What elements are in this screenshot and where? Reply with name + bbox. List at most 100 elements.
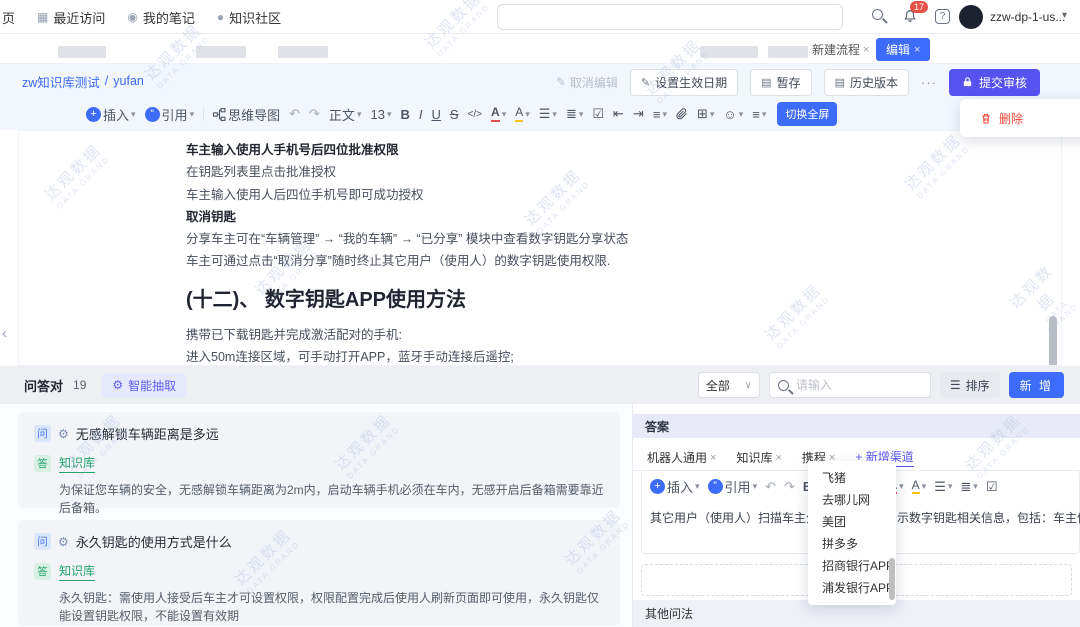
qa-header-controls: 全部∨ ☰排序 新 增 [698,372,1064,398]
highlight-dropdown[interactable]: A▾ [912,479,927,494]
channel-tab-robot-general[interactable]: 机器人通用× [647,449,716,466]
bullet-list-dropdown[interactable]: ☰▾ [539,106,557,122]
save-draft-button[interactable]: ▤暂存 [750,69,811,96]
task-checkbox-button[interactable]: ☑ [592,106,604,122]
history-version-button[interactable]: ▤历史版本 [824,69,909,96]
qa-card[interactable]: 问 ⚙ 永久钥匙的使用方式是什么 答 知识库 永久钥匙：需使用人接受后车主才可设… [18,520,620,626]
link-button[interactable] [676,108,688,120]
document-scrollbar-thumb[interactable] [1049,316,1057,366]
quote-dropdown[interactable]: ”引用▾ [145,105,195,124]
tab-new-process[interactable]: 新建流程 × [812,41,869,58]
outdent-button[interactable]: ⇤ [613,106,624,122]
insert-dropdown[interactable]: +插入▾ [86,105,136,124]
search-icon[interactable] [872,9,883,20]
bullet-list-dropdown[interactable]: ☰▾ [934,479,952,495]
numbered-list-dropdown[interactable]: ≣▾ [566,106,583,122]
channel-option-qunar[interactable]: 去哪儿网 [808,489,896,511]
delete-label: 删除 [999,110,1023,127]
close-icon[interactable]: × [863,44,869,56]
sort-button[interactable]: ☰排序 [940,372,1000,398]
font-color-dropdown[interactable]: A▾ [491,106,506,121]
align-icon: ≡ [653,107,661,122]
nav-my-notes[interactable]: ◉我的笔记 [127,8,195,27]
set-effective-date-button[interactable]: ✎设置生效日期 [630,69,738,96]
smart-extract-icon: ⚙ [112,378,123,392]
underline-button[interactable]: U [431,107,440,122]
close-icon[interactable]: × [775,452,781,464]
close-icon[interactable]: × [710,452,716,464]
emoji-icon: ☺ [723,107,736,122]
tab-skeleton [58,46,106,58]
quote-dropdown[interactable]: ”引用▾ [708,477,758,496]
channel-option-spdb-app[interactable]: 浦发银行APP [808,577,896,599]
dropdown-scrollbar-thumb[interactable] [889,558,895,600]
nav-home[interactable]: 页 [2,8,15,27]
qa-section-header: 问答对 19 ⚙智能抽取 全部∨ ☰排序 新 增 [0,366,1080,404]
highlight-icon: A [912,479,920,494]
redo-button[interactable]: ↷ [309,106,320,122]
document-editor-canvas[interactable]: 车主输入使用人手机号后四位批准权限 在钥匙列表里点击批准授权 车主输入使用人后四… [18,130,1062,366]
nav-recent[interactable]: ▦最近访问 [37,8,105,27]
channel-tab-knowledge-base[interactable]: 知识库× [736,449,781,466]
indent-button[interactable]: ⇥ [633,106,644,122]
quote-icon: ” [708,479,723,494]
cancel-edit-button[interactable]: ✎取消编辑 [556,74,618,91]
tab-new-process-label: 新建流程 [812,41,860,58]
channel-option-meituan[interactable]: 美团 [808,511,896,533]
filter-select[interactable]: 全部∨ [698,372,760,398]
font-size-select[interactable]: 13▾ [370,107,391,122]
answer-text: 为保证您车辆的安全，无感解锁车辆距离为2m内，启动车辆手机必须在车内，无感开启后… [59,481,604,517]
add-qa-button[interactable]: 新 增 [1009,372,1064,398]
paperclip-icon [676,108,688,120]
bold-button[interactable]: B [400,107,409,122]
highlight-dropdown[interactable]: A▾ [515,106,530,121]
lock-icon [962,76,973,88]
task-checkbox-button[interactable]: ☑ [986,479,998,495]
delete-menu-item[interactable]: 删除 [980,110,1023,127]
channel-option-pinduoduo[interactable]: 拼多多 [808,533,896,555]
strikethrough-button[interactable]: S [450,107,459,122]
username[interactable]: zzw-dp-1-us... [990,10,1065,24]
line-spacing-dropdown[interactable]: ≡▾ [752,107,766,122]
knowledge-base-tab[interactable]: 知识库 [59,562,95,581]
question-text: 永久钥匙的使用方式是什么 [76,532,232,551]
collapse-panel-icon[interactable]: ‹ [2,325,7,342]
answer-text-fragment: 示数字钥匙相关信息，包括：车主信息、车 [897,509,1080,526]
caret-down-icon: ▾ [695,481,700,492]
code-button[interactable]: </> [468,109,482,120]
submit-review-button[interactable]: 提交审核 [949,69,1040,96]
document-actions: ✎取消编辑 ✎设置生效日期 ▤暂存 ▤历史版本 ··· 提交审核 [556,68,1040,96]
global-search-input[interactable] [497,4,843,30]
channel-option-cmb-app[interactable]: 招商银行APP [808,555,896,577]
doc-paragraph: 携带已下载钥匙并完成激活配对的手机: [186,324,1021,346]
editor-header-band: zw知识库测试 / yufan ✎取消编辑 ✎设置生效日期 ▤暂存 ▤历史版本 … [0,64,1080,130]
avatar[interactable] [959,5,983,29]
qa-search-input[interactable] [796,374,924,396]
emoji-dropdown[interactable]: ☺▾ [723,107,743,122]
undo-button[interactable]: ↶ [289,106,300,122]
nav-knowledge-community[interactable]: ●知识社区 [217,8,281,27]
mindmap-button[interactable]: 思维导图 [213,105,280,124]
knowledge-base-tab[interactable]: 知识库 [59,454,95,473]
channel-option-feizhu[interactable]: 飞猪 [808,467,896,489]
breadcrumb-library[interactable]: zw知识库测试 [22,72,100,91]
toggle-fullscreen-button[interactable]: 切换全屏 [777,102,837,126]
numbered-list-dropdown[interactable]: ≣▾ [960,479,977,495]
italic-button[interactable]: I [419,107,423,122]
align-dropdown[interactable]: ≡▾ [653,107,667,122]
tab-edit-active[interactable]: 编辑 × [876,38,930,61]
help-icon[interactable]: ? [935,9,950,24]
breadcrumb-page[interactable]: yufan [113,74,144,88]
sort-icon: ☰ [950,378,961,392]
user-menu-caret-icon[interactable]: ▾ [1062,10,1067,21]
caret-down-icon: ▾ [502,109,507,120]
undo-button[interactable]: ↶ [765,479,776,495]
smart-extract-button[interactable]: ⚙智能抽取 [102,373,186,398]
redo-button[interactable]: ↷ [784,479,795,495]
table-dropdown[interactable]: ⊞▾ [697,106,714,122]
more-actions-button[interactable]: ··· [921,75,937,90]
qa-card[interactable]: 问 ⚙ 无感解锁车辆距离是多远 答 知识库 为保证您车辆的安全，无感解锁车辆距离… [18,412,620,508]
close-icon[interactable]: × [914,44,920,56]
insert-dropdown[interactable]: +插入▾ [650,477,700,496]
paragraph-style-select[interactable]: 正文▾ [329,105,362,124]
